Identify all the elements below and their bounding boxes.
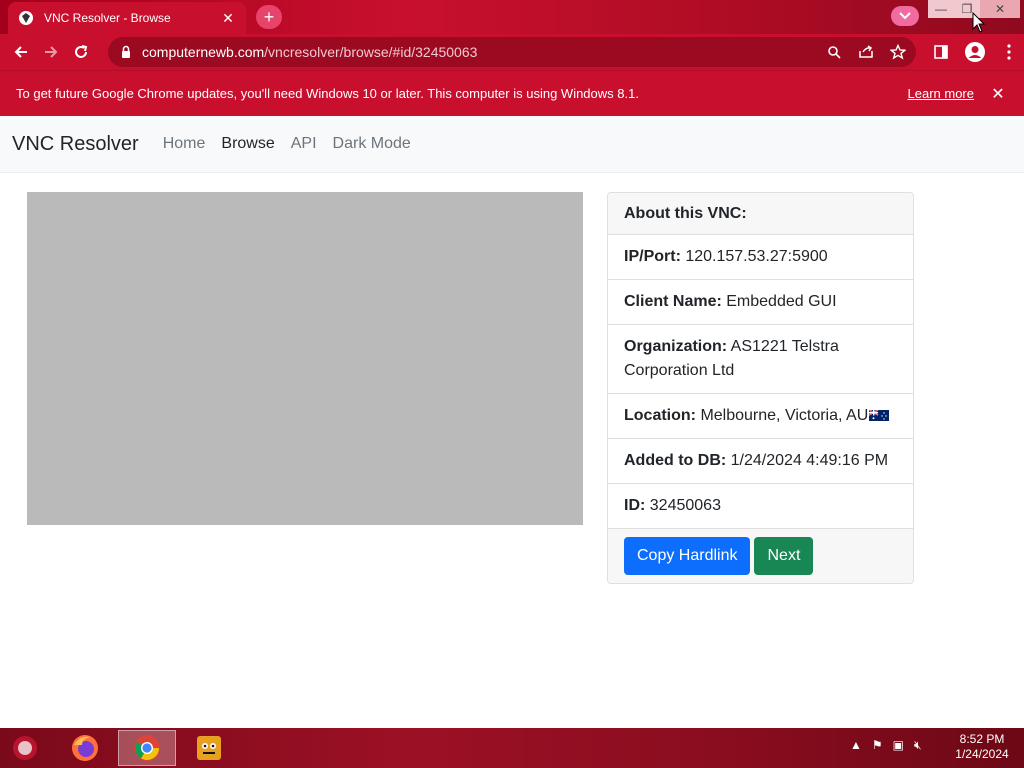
arrow-right-icon (45, 46, 58, 58)
lock-icon[interactable] (118, 44, 134, 60)
share-icon[interactable] (856, 42, 876, 62)
info-label: ID: (624, 497, 646, 514)
taskbar-firefox[interactable] (56, 730, 114, 766)
windows-taskbar: ▲ ⚑ ▣ 🔇︎ 8:52 PM 1/24/2024 (0, 728, 1024, 768)
info-value: 1/24/2024 4:49:16 PM (730, 452, 889, 469)
info-value: 32450063 (649, 497, 721, 514)
firefox-icon (72, 735, 98, 761)
info-value: 120.157.53.27:5900 (685, 248, 828, 265)
profile-avatar-icon[interactable] (960, 37, 990, 67)
action-center-flag-icon[interactable]: ⚑ (872, 738, 883, 753)
back-button[interactable] (6, 37, 36, 67)
start-button[interactable] (0, 730, 50, 766)
taskbar-clock[interactable]: 8:52 PM 1/24/2024 (952, 732, 1012, 762)
info-row-location: Location: Melbourne, Victoria, AU (608, 394, 913, 439)
taskbar-chrome[interactable] (118, 730, 176, 766)
info-row-organization: Organization: AS1221 Telstra Corporation… (608, 325, 913, 394)
start-orb-icon (13, 736, 37, 760)
chrome-icon (134, 735, 160, 761)
info-label: Added to DB: (624, 452, 727, 469)
side-panel-icon[interactable] (926, 37, 956, 67)
learn-more-link[interactable]: Learn more (908, 86, 974, 101)
info-row-ip-port: IP/Port: 120.157.53.27:5900 (608, 235, 913, 280)
nav-link-home[interactable]: Home (163, 135, 206, 153)
info-label: IP/Port: (624, 248, 681, 265)
reload-button[interactable] (66, 37, 96, 67)
info-label: Location: (624, 407, 696, 424)
search-icon[interactable] (824, 42, 844, 62)
taskbar-app[interactable] (180, 730, 238, 766)
url-path: /vncresolver/browse/#id/32450063 (264, 44, 478, 60)
app-face-icon (197, 736, 221, 760)
nav-link-browse[interactable]: Browse (221, 135, 274, 153)
site-navbar: VNC Resolver Home Browse API Dark Mode (0, 116, 1024, 172)
vnc-screenshot-image (27, 192, 583, 525)
info-row-added-to-db: Added to DB: 1/24/2024 4:49:16 PM (608, 439, 913, 484)
window-minimize-button[interactable]: — (928, 0, 954, 18)
arrow-left-icon (14, 46, 27, 58)
browser-tab[interactable]: VNC Resolver - Browse ✕ (8, 2, 246, 34)
forward-button[interactable] (36, 37, 66, 67)
nav-link-dark-mode[interactable]: Dark Mode (333, 135, 411, 153)
close-icon[interactable]: ✕ (990, 86, 1006, 103)
tab-strip: VNC Resolver - Browse ✕ + — ❐ ✕ (0, 0, 1024, 34)
network-icon[interactable]: ▣ (893, 738, 904, 753)
vnc-info-card: About this VNC: IP/Port: 120.157.53.27:5… (607, 192, 914, 584)
tab-search-button[interactable] (891, 6, 919, 26)
info-value: Melbourne, Victoria, AU (700, 407, 869, 424)
next-button[interactable]: Next (754, 537, 814, 575)
info-row-client-name: Client Name: Embedded GUI (608, 280, 913, 325)
volume-muted-icon[interactable]: 🔇︎ (914, 738, 922, 753)
copy-hardlink-button[interactable]: Copy Hardlink (624, 537, 751, 575)
tab-close-icon[interactable]: ✕ (220, 10, 236, 26)
mouse-cursor-icon (972, 12, 986, 33)
tray-expand-icon[interactable]: ▲ (850, 738, 862, 753)
info-label: Client Name: (624, 293, 722, 310)
infobar-message: To get future Google Chrome updates, you… (16, 86, 639, 101)
bookmark-star-icon[interactable] (888, 42, 908, 62)
address-bar[interactable]: computernewb.com/vncresolver/browse/#id/… (108, 37, 916, 67)
new-tab-button[interactable]: + (256, 5, 282, 29)
card-footer: Copy Hardlink Next (608, 529, 913, 583)
clock-time: 8:52 PM (959, 732, 1005, 746)
update-infobar: To get future Google Chrome updates, you… (0, 70, 1024, 116)
menu-kebab-icon[interactable] (994, 37, 1024, 67)
info-value: Embedded GUI (726, 293, 837, 310)
nav-link-api[interactable]: API (291, 135, 317, 153)
site-brand[interactable]: VNC Resolver (12, 133, 139, 156)
card-header: About this VNC: (608, 193, 913, 235)
clock-date: 1/24/2024 (955, 747, 1009, 761)
system-tray: ▲ ⚑ ▣ 🔇︎ (850, 738, 922, 753)
tab-title: VNC Resolver - Browse (44, 11, 171, 25)
info-row-id: ID: 32450063 (608, 484, 913, 529)
url-host: computernewb.com (142, 44, 265, 60)
browser-toolbar: computernewb.com/vncresolver/browse/#id/… (0, 34, 1024, 70)
info-label: Organization: (624, 338, 728, 355)
chevron-down-icon (899, 12, 911, 20)
vnc-favicon-icon (19, 11, 33, 25)
window-close-button[interactable]: ✕ (980, 0, 1020, 18)
australia-flag-icon (869, 410, 890, 422)
reload-icon (75, 45, 88, 58)
